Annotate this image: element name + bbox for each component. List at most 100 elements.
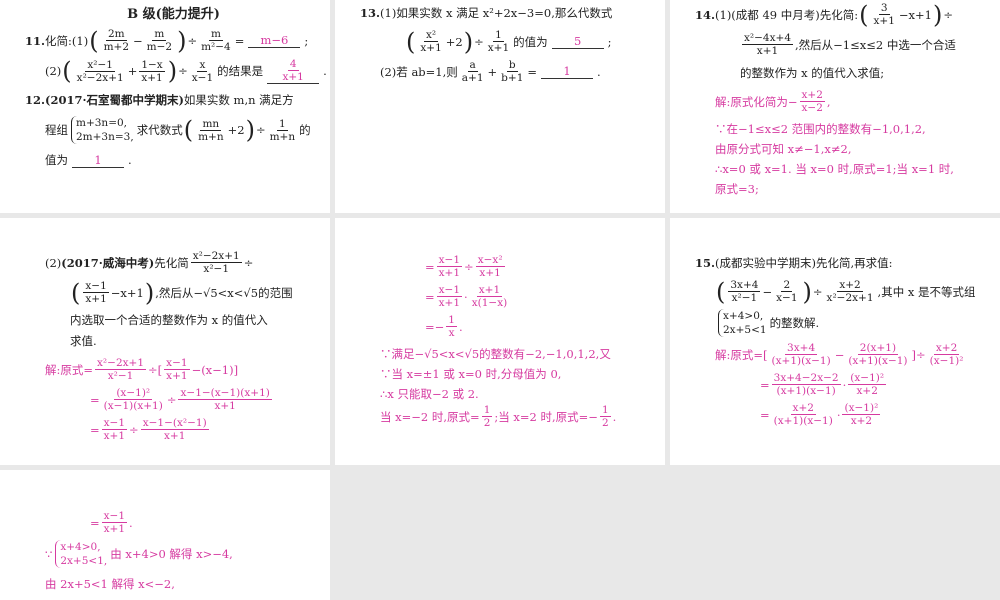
text-run: ÷ <box>178 64 188 78</box>
denominator: (x+1)(x−1) <box>771 355 831 367</box>
paren: ) <box>802 277 812 306</box>
section-title: B 级(能力提升) <box>25 2 322 22</box>
text-run: ÷ <box>255 123 266 137</box>
equation-system-brace: x+4>0, 2x+5<1 <box>718 309 767 337</box>
text-run: 由 2x+5<1 解得 x<−2, <box>45 577 175 591</box>
slide-panel-q14-part1: 14. (1)(成都 49 中月考)先化简:(3 x+1 −x+1) ÷ x²−4x+4 x… <box>670 0 1000 213</box>
problem-line: (2)若 ab=1,则 a a+1 + b b+1 = 1. <box>360 59 657 84</box>
numerator: 3x+4 <box>728 279 761 292</box>
text-run: ÷ <box>166 392 177 407</box>
text-run: ; <box>607 34 612 49</box>
text-run: 求值. <box>70 334 97 348</box>
problem-line: (2)(x²−1 x²−2x+1 +1−x x+1) ÷ x x−1 的结果是 4 x+1. <box>25 58 327 84</box>
text-run: = <box>760 407 770 422</box>
solution-line: ∴x 只能取−2 或 2. <box>360 384 657 403</box>
numerator: x−1−(x²−1) <box>140 417 209 430</box>
fraction: a a+1 <box>460 59 486 84</box>
denominator: x+1 <box>873 15 895 27</box>
denominator: b+1 <box>501 72 524 84</box>
text-run: ;当 x=2 时,原式=− <box>494 409 598 424</box>
fraction: 3x+4 x²−1 <box>728 279 761 304</box>
numerator: x²−4x+4 <box>742 32 794 45</box>
text-run: ÷ <box>129 422 139 437</box>
numerator: 3x+4 <box>785 342 818 355</box>
system-equation: x+4>0, <box>60 541 101 553</box>
problem-line: 15. (成都实验中学期末)先化简,再求值: <box>695 252 992 274</box>
paren: ( <box>859 0 869 29</box>
text-run: −x+1 <box>110 285 144 300</box>
text-run: ∵在−1≤x≤2 范围内的整数有−1,0,1,2, <box>715 121 926 136</box>
text-run: . <box>597 64 601 79</box>
text-run: 解:原式=[ <box>715 347 768 362</box>
text-run: 解:原式= <box>45 362 94 377</box>
text-run: ,然后从−1≤x≤2 中选一个合适 <box>795 37 956 52</box>
problem-line: 的整数作为 x 的值代入求值; <box>695 62 992 84</box>
text-run: = <box>527 64 538 79</box>
denominator: 2 <box>601 417 609 429</box>
numerator: m <box>152 28 167 41</box>
numerator: 1 <box>493 29 504 42</box>
denominator: a+1 <box>461 72 484 84</box>
system-equation: 2m+3n=3, <box>76 131 134 143</box>
system-equation: m+3n=0, <box>76 117 128 129</box>
text-run: +2 <box>227 123 245 137</box>
numerator: x+2 <box>790 402 816 415</box>
solution-line: = (x−1)² (x−1)(x+1) ÷ x−1−(x−1)(x+1) x+1 <box>25 387 322 412</box>
numerator: 2 <box>781 279 793 292</box>
text-run: 内选取一个合适的整数作为 x 的值代入 <box>70 312 268 327</box>
numerator: x²−1 <box>85 58 115 72</box>
denominator: x+2 <box>850 415 873 427</box>
fraction: 3 x+1 <box>871 2 896 27</box>
slide-panel-q13: 13. (1)如果实数 x 满足 x²+2x−3=0,那么代数式(x² x+1 +2)… <box>335 0 665 213</box>
denominator: x−1 <box>776 292 798 304</box>
denominator: x+1 <box>420 42 442 54</box>
fraction: 1x <box>446 314 457 339</box>
fraction: m m−2 <box>145 28 174 53</box>
paren: ) <box>245 116 255 144</box>
paren: ( <box>716 277 726 306</box>
paren: ( <box>183 116 194 144</box>
solution-line: ∵ x+4>0, 2x+5<1, 由 x+4>0 解得 x>−4, <box>25 540 322 568</box>
denominator: (x−1)² <box>929 355 964 367</box>
fraction: (x−1)² (x−1)(x+1) <box>102 387 165 412</box>
numerator: x−1−(x−1)(x+1) <box>178 387 272 400</box>
fraction: x+2 x²−2x+1 <box>825 279 876 304</box>
text-run: 的结果是 <box>217 64 264 78</box>
text-run: = <box>425 259 435 274</box>
text-run: · <box>842 377 847 392</box>
problem-line: 12.(2017·石室蜀都中学期末) 如果实数 m,n 满足方 <box>25 89 322 111</box>
text-run: = <box>425 289 435 304</box>
text-run: (2) <box>45 255 62 270</box>
solution-line: 解:原式=[3x+4 (x+1)(x−1) −2(x+1) (x+1)(x−1)]÷ x… <box>695 342 992 367</box>
fraction: x²−2x+1 x²−1 <box>190 250 242 275</box>
denominator: x+1 <box>103 523 126 535</box>
numerator: (x−1)² <box>842 402 881 415</box>
text-run: 化简:(1) <box>45 33 89 48</box>
numerator: 1 <box>446 314 457 327</box>
denominator: x+1 <box>479 267 501 279</box>
paren: ( <box>89 26 99 55</box>
problem-line: (x² x+1 +2) ÷ 1 x+1 的值为 5; <box>360 29 657 54</box>
numerator: b <box>506 59 518 72</box>
denominator: x+1 <box>438 297 461 309</box>
bold-text: (2017·威海中考) <box>61 255 155 270</box>
text-run: ∵满足−√5<x<√5的整数有−2,−1,0,1,2,又 <box>380 346 611 361</box>
fraction: x−1 x+1 <box>436 254 463 279</box>
fraction: x+2 x−2 <box>799 89 825 114</box>
solution-line: 由原分式可知 x≠−1,x≠2, <box>695 139 992 158</box>
numerator: x²−2x+1 <box>190 250 242 263</box>
slide-panel-q14-part2: (2) (2017·威海中考) 先化简 x²−2x+1 x²−1 ÷(x−1 x+1 −x+1… <box>0 218 330 465</box>
text-run: 求代数式 <box>136 123 183 137</box>
text-run: · <box>836 407 841 422</box>
paren: ) <box>463 27 474 56</box>
denominator: x−1 <box>191 71 214 84</box>
numerator: 1 <box>599 404 611 417</box>
text-run: =− <box>425 319 445 334</box>
solution-line: 当 x=−2 时,原式= 1 2 ;当 x=2 时,原式=− 1 2. <box>360 404 657 429</box>
text-run: 的 <box>299 123 311 137</box>
solution-line: 解:原式化简为− x+2 x−2, <box>695 89 992 114</box>
numerator: x+2 <box>799 89 825 102</box>
denominator: x+1 <box>214 400 236 412</box>
problem-line: 13. (1)如果实数 x 满足 x²+2x−3=0,那么代数式 <box>360 2 657 24</box>
system-equation: 2x+5<1 <box>723 324 767 336</box>
